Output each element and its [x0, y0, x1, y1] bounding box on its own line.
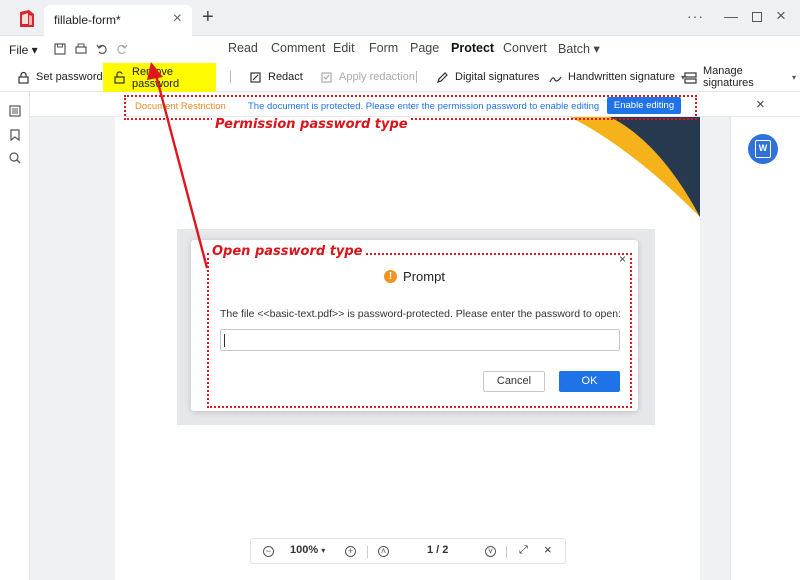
zoom-out-icon[interactable]: − [263, 546, 274, 557]
document-tab[interactable]: fillable-form* × [44, 5, 192, 36]
unlock-icon [114, 71, 125, 84]
redact-button[interactable]: Redact [245, 66, 307, 88]
bookmark-icon[interactable] [8, 128, 22, 142]
manage-signatures-icon [684, 71, 697, 84]
remove-password-button[interactable]: Remove password [103, 63, 216, 92]
maximize-icon[interactable] [752, 12, 762, 22]
restriction-close-icon[interactable]: × [756, 96, 765, 113]
pen-icon [437, 71, 448, 83]
tab-close-icon[interactable]: × [173, 11, 182, 27]
handwritten-signature-button[interactable]: Handwritten signature ▾ [545, 66, 689, 88]
close-bar-icon[interactable]: × [544, 542, 552, 557]
menu-convert[interactable]: Convert [503, 41, 547, 55]
set-password-button[interactable]: Set password [13, 66, 107, 88]
apply-redaction-button[interactable]: Apply redaction [316, 66, 419, 88]
bar-divider [506, 546, 507, 558]
more-options-icon[interactable]: ··· [687, 8, 704, 24]
new-tab-icon[interactable]: + [202, 7, 214, 27]
menu-comment[interactable]: Comment [271, 41, 325, 55]
chevron-down-icon: ▾ [791, 72, 796, 82]
app-logo-icon [20, 10, 34, 27]
toolbar-divider [230, 71, 231, 83]
protect-toolbar: Set password Remove password Redact Appl… [0, 62, 800, 92]
minimize-icon[interactable]: — [724, 8, 738, 24]
previous-page-icon[interactable]: ˄ [378, 546, 389, 557]
tab-title: fillable-form* [54, 13, 121, 27]
file-menu[interactable]: File ▾ [9, 43, 38, 57]
redo-icon[interactable] [115, 42, 129, 56]
left-sidebar [0, 92, 30, 580]
menu-bar: File ▾ Read Comment Edit Form Page Prote… [0, 36, 800, 62]
zoom-level[interactable]: 100% ▾ [290, 544, 325, 556]
page-decoration [570, 117, 700, 217]
fit-page-icon[interactable]: ⤢ [519, 544, 528, 557]
page-indicator[interactable]: 1 / 2 [427, 544, 448, 556]
menu-protect[interactable]: Protect [451, 41, 494, 55]
save-icon[interactable] [53, 42, 67, 56]
undo-icon[interactable] [95, 42, 109, 56]
zoom-in-icon[interactable]: + [345, 546, 356, 557]
apply-redaction-icon [321, 71, 332, 83]
menu-read[interactable]: Read [228, 41, 258, 55]
digital-signatures-button[interactable]: Digital signatures [432, 66, 543, 88]
thumbnails-icon[interactable] [8, 104, 22, 118]
zoom-navigation-bar: − 100% ▾ + ˄ 1 / 2 ˅ ⤢ × [250, 538, 566, 564]
search-icon[interactable] [8, 151, 22, 165]
manage-signatures-button[interactable]: Manage signatures ▾ [680, 65, 800, 89]
menu-edit[interactable]: Edit [333, 41, 355, 55]
menu-form[interactable]: Form [369, 41, 398, 55]
menu-page[interactable]: Page [410, 41, 439, 55]
word-icon: W [755, 140, 771, 158]
right-panel: W [730, 117, 800, 580]
signature-icon [549, 76, 562, 82]
permission-annotation-label: Permission password type [212, 117, 411, 132]
window-close-icon[interactable]: × [776, 6, 786, 26]
menu-batch[interactable]: Batch ▾ [558, 41, 600, 56]
next-page-icon[interactable]: ˅ [485, 546, 496, 557]
print-icon[interactable] [74, 42, 88, 56]
open-annotation-box [207, 253, 632, 408]
convert-to-word-button[interactable]: W [748, 134, 778, 164]
title-bar: fillable-form* × + ··· — × [0, 0, 800, 36]
lock-icon [18, 71, 29, 84]
open-annotation-label: Open password type [209, 244, 366, 259]
bar-divider [367, 546, 368, 558]
redact-icon [250, 71, 261, 83]
toolbar-divider [416, 71, 417, 83]
